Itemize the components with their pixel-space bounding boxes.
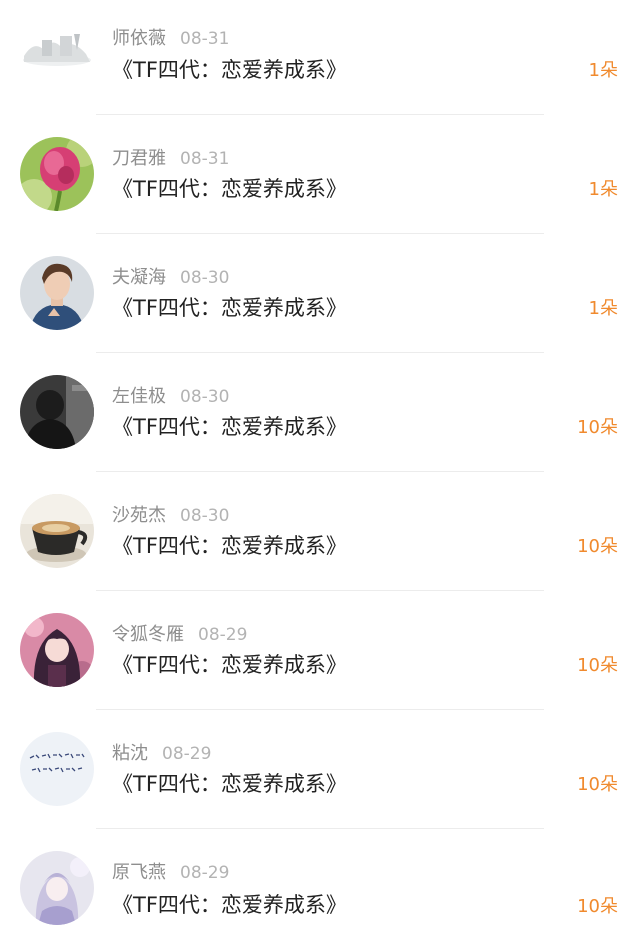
gift-count: 10朵 xyxy=(577,774,618,795)
gift-count: 10朵 xyxy=(577,896,618,917)
list-item[interactable]: 原飞燕 08-29 《TF四代：恋爱养成系》 10朵 xyxy=(0,833,640,947)
list-item[interactable]: 粘沈 08-29 《TF四代：恋爱养成系》 10朵 xyxy=(0,714,640,833)
anime-character-avatar-icon[interactable] xyxy=(20,851,94,925)
list-item[interactable]: 师依薇 08-31 《TF四代：恋爱养成系》 1朵 xyxy=(0,0,640,119)
list-item[interactable]: 刀君雅 08-31 《TF四代：恋爱养成系》 1朵 xyxy=(0,119,640,238)
sender-name: 粘沈 xyxy=(112,743,148,764)
sender-name: 沙苑杰 xyxy=(112,505,166,526)
gift-date: 08-31 xyxy=(180,29,230,49)
divider xyxy=(96,590,544,591)
work-title[interactable]: 《TF四代：恋爱养成系》 xyxy=(112,57,347,83)
dark-person-avatar-icon[interactable] xyxy=(20,375,94,449)
work-title[interactable]: 《TF四代：恋爱养成系》 xyxy=(112,533,347,559)
sender-name: 令狐冬雁 xyxy=(112,624,184,645)
work-title[interactable]: 《TF四代：恋爱养成系》 xyxy=(112,295,347,321)
gift-count: 1朵 xyxy=(588,298,618,319)
divider xyxy=(96,114,544,115)
gift-date: 08-31 xyxy=(180,149,230,169)
gift-date: 08-30 xyxy=(180,506,230,526)
sender-name: 左佳极 xyxy=(112,386,166,407)
man-portrait-avatar-icon[interactable] xyxy=(20,256,94,330)
work-title[interactable]: 《TF四代：恋爱养成系》 xyxy=(112,414,347,440)
list-item[interactable]: 左佳极 08-30 《TF四代：恋爱养成系》 10朵 xyxy=(0,357,640,476)
sender-name: 原飞燕 xyxy=(112,862,166,883)
gift-date: 08-29 xyxy=(198,625,248,645)
list-item[interactable]: 沙苑杰 08-30 《TF四代：恋爱养成系》 10朵 xyxy=(0,476,640,595)
coffee-cup-avatar-icon[interactable] xyxy=(20,494,94,568)
work-title[interactable]: 《TF四代：恋爱养成系》 xyxy=(112,771,347,797)
calligraphy-avatar-icon[interactable] xyxy=(20,732,94,806)
gift-count: 1朵 xyxy=(588,60,618,81)
divider xyxy=(96,828,544,829)
gift-date: 08-30 xyxy=(180,268,230,288)
list-item[interactable]: 夫凝海 08-30 《TF四代：恋爱养成系》 1朵 xyxy=(0,238,640,357)
work-title[interactable]: 《TF四代：恋爱养成系》 xyxy=(112,652,347,678)
divider xyxy=(96,352,544,353)
sender-name: 师依薇 xyxy=(112,28,166,49)
gift-date: 08-29 xyxy=(162,744,212,764)
flower-avatar-icon[interactable] xyxy=(20,137,94,211)
gift-count: 10朵 xyxy=(577,417,618,438)
gift-count: 10朵 xyxy=(577,655,618,676)
gift-record-list: 师依薇 08-31 《TF四代：恋爱养成系》 1朵 刀君雅 08-31 《TF四代：… xyxy=(0,0,640,947)
anime-girl-avatar-icon[interactable] xyxy=(20,613,94,687)
sender-name: 刀君雅 xyxy=(112,148,166,169)
landscape-avatar-icon[interactable] xyxy=(20,10,94,84)
gift-date: 08-30 xyxy=(180,387,230,407)
list-item[interactable]: 令狐冬雁 08-29 《TF四代：恋爱养成系》 10朵 xyxy=(0,595,640,714)
divider xyxy=(96,471,544,472)
work-title[interactable]: 《TF四代：恋爱养成系》 xyxy=(112,176,347,202)
work-title[interactable]: 《TF四代：恋爱养成系》 xyxy=(112,892,347,918)
divider xyxy=(96,233,544,234)
divider xyxy=(96,709,544,710)
gift-date: 08-29 xyxy=(180,863,230,883)
sender-name: 夫凝海 xyxy=(112,267,166,288)
gift-count: 10朵 xyxy=(577,536,618,557)
gift-count: 1朵 xyxy=(588,179,618,200)
